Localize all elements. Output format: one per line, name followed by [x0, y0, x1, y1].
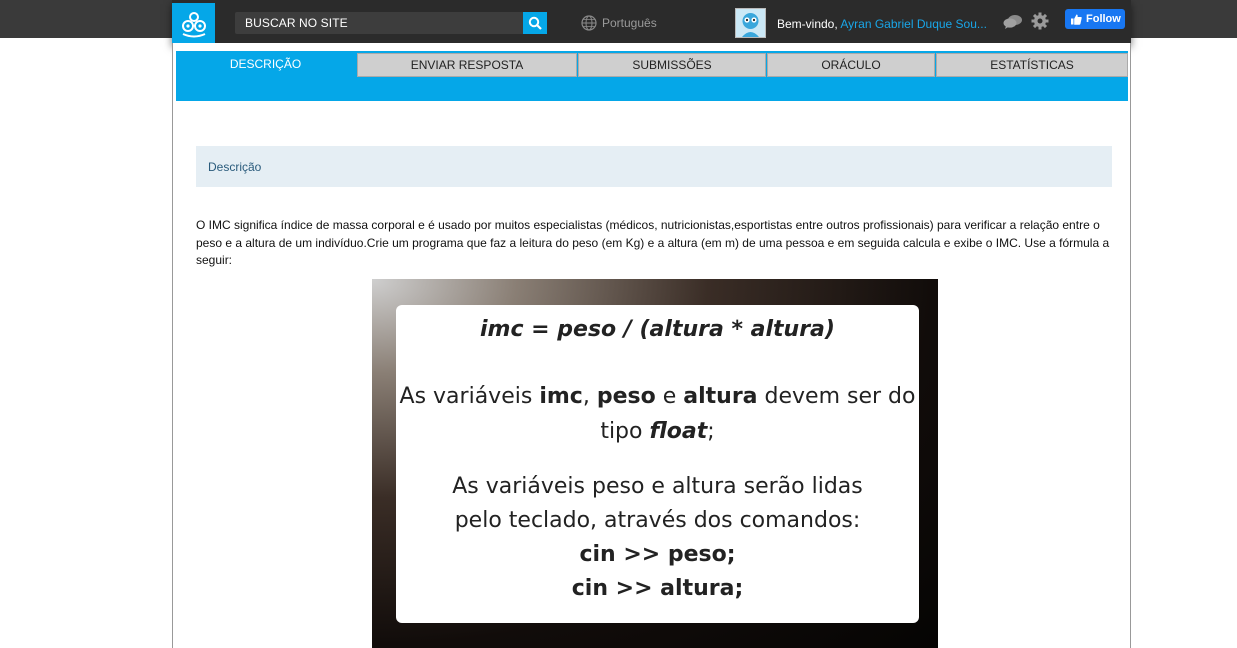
- cin-peso: cin >> peso;: [579, 542, 736, 567]
- welcome-message: Bem-vindo, Ayran Gabriel Duque Sou...: [777, 17, 987, 31]
- tab-submissoes[interactable]: SUBMISSÕES: [578, 53, 766, 77]
- tab-estatisticas[interactable]: ESTATÍSTICAS: [936, 53, 1128, 77]
- section-header: Descrição: [196, 146, 1112, 187]
- facebook-follow-button[interactable]: Follow: [1065, 9, 1125, 29]
- search-button[interactable]: [523, 12, 547, 34]
- follow-label: Follow: [1086, 13, 1121, 25]
- variables-type-text: As variáveis imc, peso e altura devem se…: [396, 379, 919, 449]
- language-selector[interactable]: Português: [581, 15, 657, 31]
- text-fragment: As variáveis: [399, 384, 540, 409]
- type-float: float: [649, 419, 708, 444]
- text-fragment: ,: [582, 384, 597, 409]
- gear-icon: [1031, 12, 1049, 30]
- var-imc: imc: [539, 384, 583, 409]
- formula-card: imc = peso / (altura * altura) As variáv…: [396, 305, 919, 623]
- avatar[interactable]: [735, 8, 766, 38]
- site-header: BUSCAR NO SITE Português Bem-vindo, Ayra…: [172, 0, 1131, 43]
- site-logo[interactable]: [172, 3, 215, 43]
- messages-button[interactable]: [1003, 14, 1023, 35]
- problem-tabs: DESCRIÇÃO ENVIAR RESPOSTA SUBMISSÕES ORÁ…: [176, 51, 1128, 101]
- user-name-link[interactable]: Ayran Gabriel Duque Sou...: [840, 17, 987, 31]
- var-altura: altura: [683, 384, 758, 409]
- welcome-label: Bem-vindo,: [777, 17, 838, 31]
- avatar-icon: [736, 9, 765, 37]
- chat-icon: [1003, 15, 1022, 29]
- problem-content: DESCRIÇÃO ENVIAR RESPOSTA SUBMISSÕES ORÁ…: [172, 43, 1131, 648]
- tab-oraculo[interactable]: ORÁCULO: [767, 53, 935, 77]
- globe-icon: [581, 15, 597, 31]
- text-fragment: e: [655, 384, 684, 409]
- input-instructions: As variáveis peso e altura serão lidas p…: [396, 470, 919, 606]
- tab-descricao[interactable]: DESCRIÇÃO: [176, 51, 355, 77]
- settings-button[interactable]: [1031, 12, 1049, 35]
- formula-text: imc = peso / (altura * altura): [480, 317, 835, 342]
- thumbs-up-icon: [1071, 14, 1082, 25]
- language-label: Português: [602, 16, 657, 30]
- search-input[interactable]: BUSCAR NO SITE: [235, 12, 547, 34]
- input-text: As variáveis peso e altura serão lidas p…: [452, 474, 863, 533]
- problem-description: O IMC significa índice de massa corporal…: [196, 218, 1110, 267]
- section-title: Descrição: [208, 160, 262, 174]
- search-icon: [528, 16, 542, 30]
- logo-icon: [181, 12, 206, 38]
- search-placeholder: BUSCAR NO SITE: [245, 16, 348, 30]
- var-peso: peso: [596, 384, 656, 409]
- formula-image: imc = peso / (altura * altura) As variáv…: [372, 279, 938, 648]
- text-fragment: ;: [707, 419, 715, 444]
- cin-altura: cin >> altura;: [571, 576, 744, 601]
- tab-enviar-resposta[interactable]: ENVIAR RESPOSTA: [357, 53, 577, 77]
